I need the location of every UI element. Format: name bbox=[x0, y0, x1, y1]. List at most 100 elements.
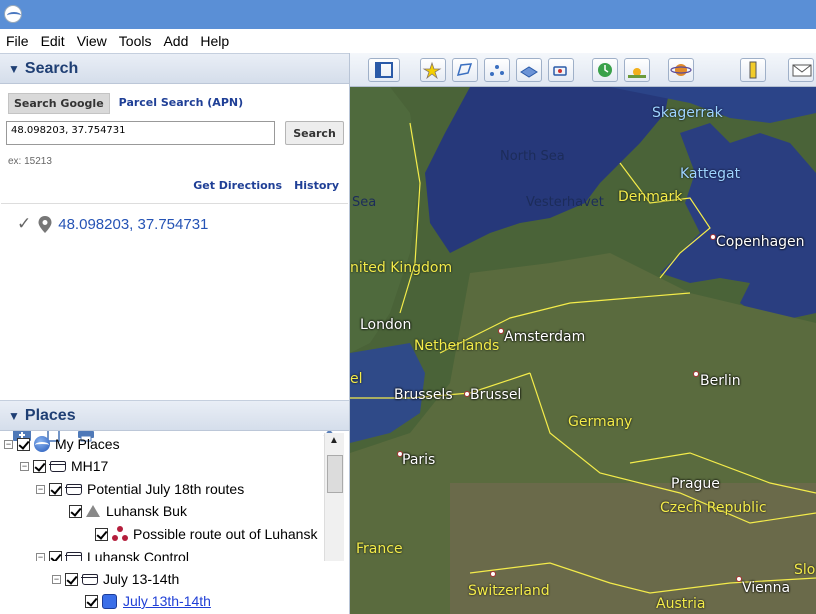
map-label-skagerrak: Skagerrak bbox=[652, 105, 723, 121]
scroll-up-arrow-icon[interactable]: ▲ bbox=[329, 435, 339, 446]
map-label-london: London bbox=[360, 317, 412, 333]
sunlight-button[interactable] bbox=[624, 58, 650, 82]
map-pin-icon bbox=[38, 215, 52, 233]
sun-icon bbox=[628, 68, 646, 78]
tree-item-luhansk-buk[interactable]: Luhansk Buk bbox=[69, 500, 187, 522]
add-placemark-button[interactable] bbox=[420, 58, 446, 82]
get-directions-link[interactable]: Get Directions bbox=[193, 179, 282, 192]
map-view[interactable]: Skagerrak North Sea Kattegat Vesterhavet… bbox=[350, 53, 816, 614]
search-links: Get Directions History bbox=[193, 179, 339, 192]
clock-icon bbox=[598, 63, 612, 77]
search-panel-title: Search bbox=[24, 59, 79, 77]
add-overlay-button[interactable] bbox=[516, 58, 542, 82]
ruler-button[interactable] bbox=[740, 58, 766, 82]
city-marker[interactable] bbox=[693, 371, 699, 377]
map-label-netherlands: Netherlands bbox=[414, 338, 500, 354]
checkbox[interactable] bbox=[49, 482, 62, 496]
email-button[interactable] bbox=[788, 58, 814, 82]
checkbox[interactable] bbox=[69, 504, 82, 518]
planets-button[interactable] bbox=[668, 58, 694, 82]
collapse-icon[interactable]: − bbox=[20, 461, 29, 471]
tree-item-luhansk-control[interactable]: − Luhansk Control bbox=[36, 546, 189, 561]
map-label-kattegat: Kattegat bbox=[680, 166, 741, 182]
menu-help[interactable]: Help bbox=[200, 33, 229, 49]
map-label-vienna: Vienna bbox=[742, 580, 791, 596]
menu-tools[interactable]: Tools bbox=[119, 33, 152, 49]
polygon-tool-icon bbox=[456, 63, 473, 76]
checkbox[interactable] bbox=[33, 459, 46, 473]
search-results: ✓ 48.098203, 37.754731 bbox=[1, 203, 348, 410]
menu-view[interactable]: View bbox=[77, 33, 107, 49]
collapse-icon[interactable]: − bbox=[52, 574, 61, 584]
search-row: 48.098203, 37.754731 Search bbox=[6, 121, 344, 145]
places-scrollbar[interactable]: ▲ bbox=[324, 433, 344, 561]
google-earth-logo-icon bbox=[4, 5, 22, 23]
tree-item-mh17[interactable]: − MH17 bbox=[20, 455, 108, 477]
tab-search-google[interactable]: Search Google bbox=[8, 93, 110, 114]
menu-edit[interactable]: Edit bbox=[41, 33, 65, 49]
checkbox[interactable] bbox=[85, 594, 98, 608]
sidebar-toggle-button[interactable] bbox=[368, 58, 400, 82]
menu-file[interactable]: File bbox=[6, 33, 29, 49]
search-button[interactable]: Search bbox=[285, 121, 344, 145]
checkbox[interactable] bbox=[65, 572, 78, 586]
places-panel-title: Places bbox=[24, 406, 76, 424]
map-label-copenhagen: Copenhagen bbox=[716, 234, 805, 250]
map-label-prague: Prague bbox=[671, 476, 720, 492]
map-label-france: France bbox=[356, 541, 403, 557]
folder-icon bbox=[81, 573, 98, 585]
record-tour-icon bbox=[553, 66, 567, 76]
checkbox[interactable] bbox=[17, 437, 30, 451]
search-result-label: 48.098203, 37.754731 bbox=[58, 215, 209, 233]
add-polygon-button[interactable] bbox=[452, 58, 478, 82]
tree-item-my-places[interactable]: − My Places bbox=[4, 433, 120, 455]
checkbox[interactable] bbox=[95, 527, 108, 541]
search-tabs: Search Google Parcel Search (APN) bbox=[8, 93, 248, 114]
route-icon bbox=[112, 526, 128, 542]
folder-icon bbox=[65, 483, 82, 495]
add-path-button[interactable] bbox=[484, 58, 510, 82]
map-toolbar bbox=[350, 53, 816, 87]
search-result-item[interactable]: ✓ 48.098203, 37.754731 bbox=[17, 214, 208, 234]
tree-item-july-13-14[interactable]: − July 13-14th bbox=[52, 568, 179, 590]
collapse-icon[interactable]: − bbox=[4, 439, 13, 449]
scrollbar-thumb[interactable] bbox=[327, 455, 343, 493]
path-tool-icon bbox=[490, 65, 504, 76]
planet-icon bbox=[670, 64, 692, 76]
tree-item-july-13th-14th[interactable]: July 13th-14th bbox=[85, 590, 211, 612]
collapse-icon[interactable]: − bbox=[36, 484, 45, 494]
tree-item-label: Possible route out of Luhansk bbox=[133, 526, 318, 542]
search-panel-header[interactable]: ▼ Search bbox=[0, 53, 349, 84]
map-label-slo: Slo bbox=[794, 562, 816, 578]
menu-add[interactable]: Add bbox=[163, 33, 188, 49]
record-tour-button[interactable] bbox=[548, 58, 574, 82]
history-link[interactable]: History bbox=[294, 179, 339, 192]
map-label-denmark: Denmark bbox=[618, 189, 683, 205]
tree-item-label: My Places bbox=[55, 436, 120, 452]
search-example-text: ex: 15213 bbox=[8, 156, 52, 167]
folder-icon bbox=[65, 551, 82, 561]
city-marker[interactable] bbox=[490, 571, 496, 577]
map-label-vesterhavet: Vesterhavet bbox=[526, 195, 604, 210]
menu-bar: File Edit View Tools Add Help bbox=[0, 29, 816, 53]
tree-item-link-label[interactable]: July 13th-14th bbox=[123, 593, 211, 609]
collapse-triangle-icon: ▼ bbox=[8, 408, 20, 423]
ruler-icon bbox=[749, 61, 757, 79]
places-panel-header[interactable]: ▼ Places bbox=[0, 400, 349, 431]
checkbox[interactable] bbox=[49, 550, 62, 561]
warning-icon bbox=[86, 505, 100, 517]
map-label-united-kingdom: nited Kingdom bbox=[350, 260, 453, 276]
search-input[interactable]: 48.098203, 37.754731 bbox=[6, 121, 275, 145]
historical-imagery-button[interactable] bbox=[592, 58, 618, 82]
map-label-austria: Austria bbox=[656, 596, 706, 612]
map-label-switzerland: Switzerland bbox=[468, 583, 550, 599]
collapse-icon[interactable]: − bbox=[36, 552, 45, 561]
placemark-star-icon bbox=[422, 61, 442, 80]
tree-item-route-luhansk[interactable]: Possible route out of Luhansk bbox=[95, 523, 317, 545]
tree-item-potential-routes[interactable]: − Potential July 18th routes bbox=[36, 478, 244, 500]
map-label-brussel: Brussel bbox=[470, 387, 522, 403]
collapse-triangle-icon: ▼ bbox=[8, 61, 20, 76]
places-tree-continued: − July 13-14th July 13th-14th bbox=[0, 566, 324, 614]
tab-parcel-search[interactable]: Parcel Search (APN) bbox=[114, 93, 248, 114]
tree-item-label: Potential July 18th routes bbox=[87, 481, 245, 497]
